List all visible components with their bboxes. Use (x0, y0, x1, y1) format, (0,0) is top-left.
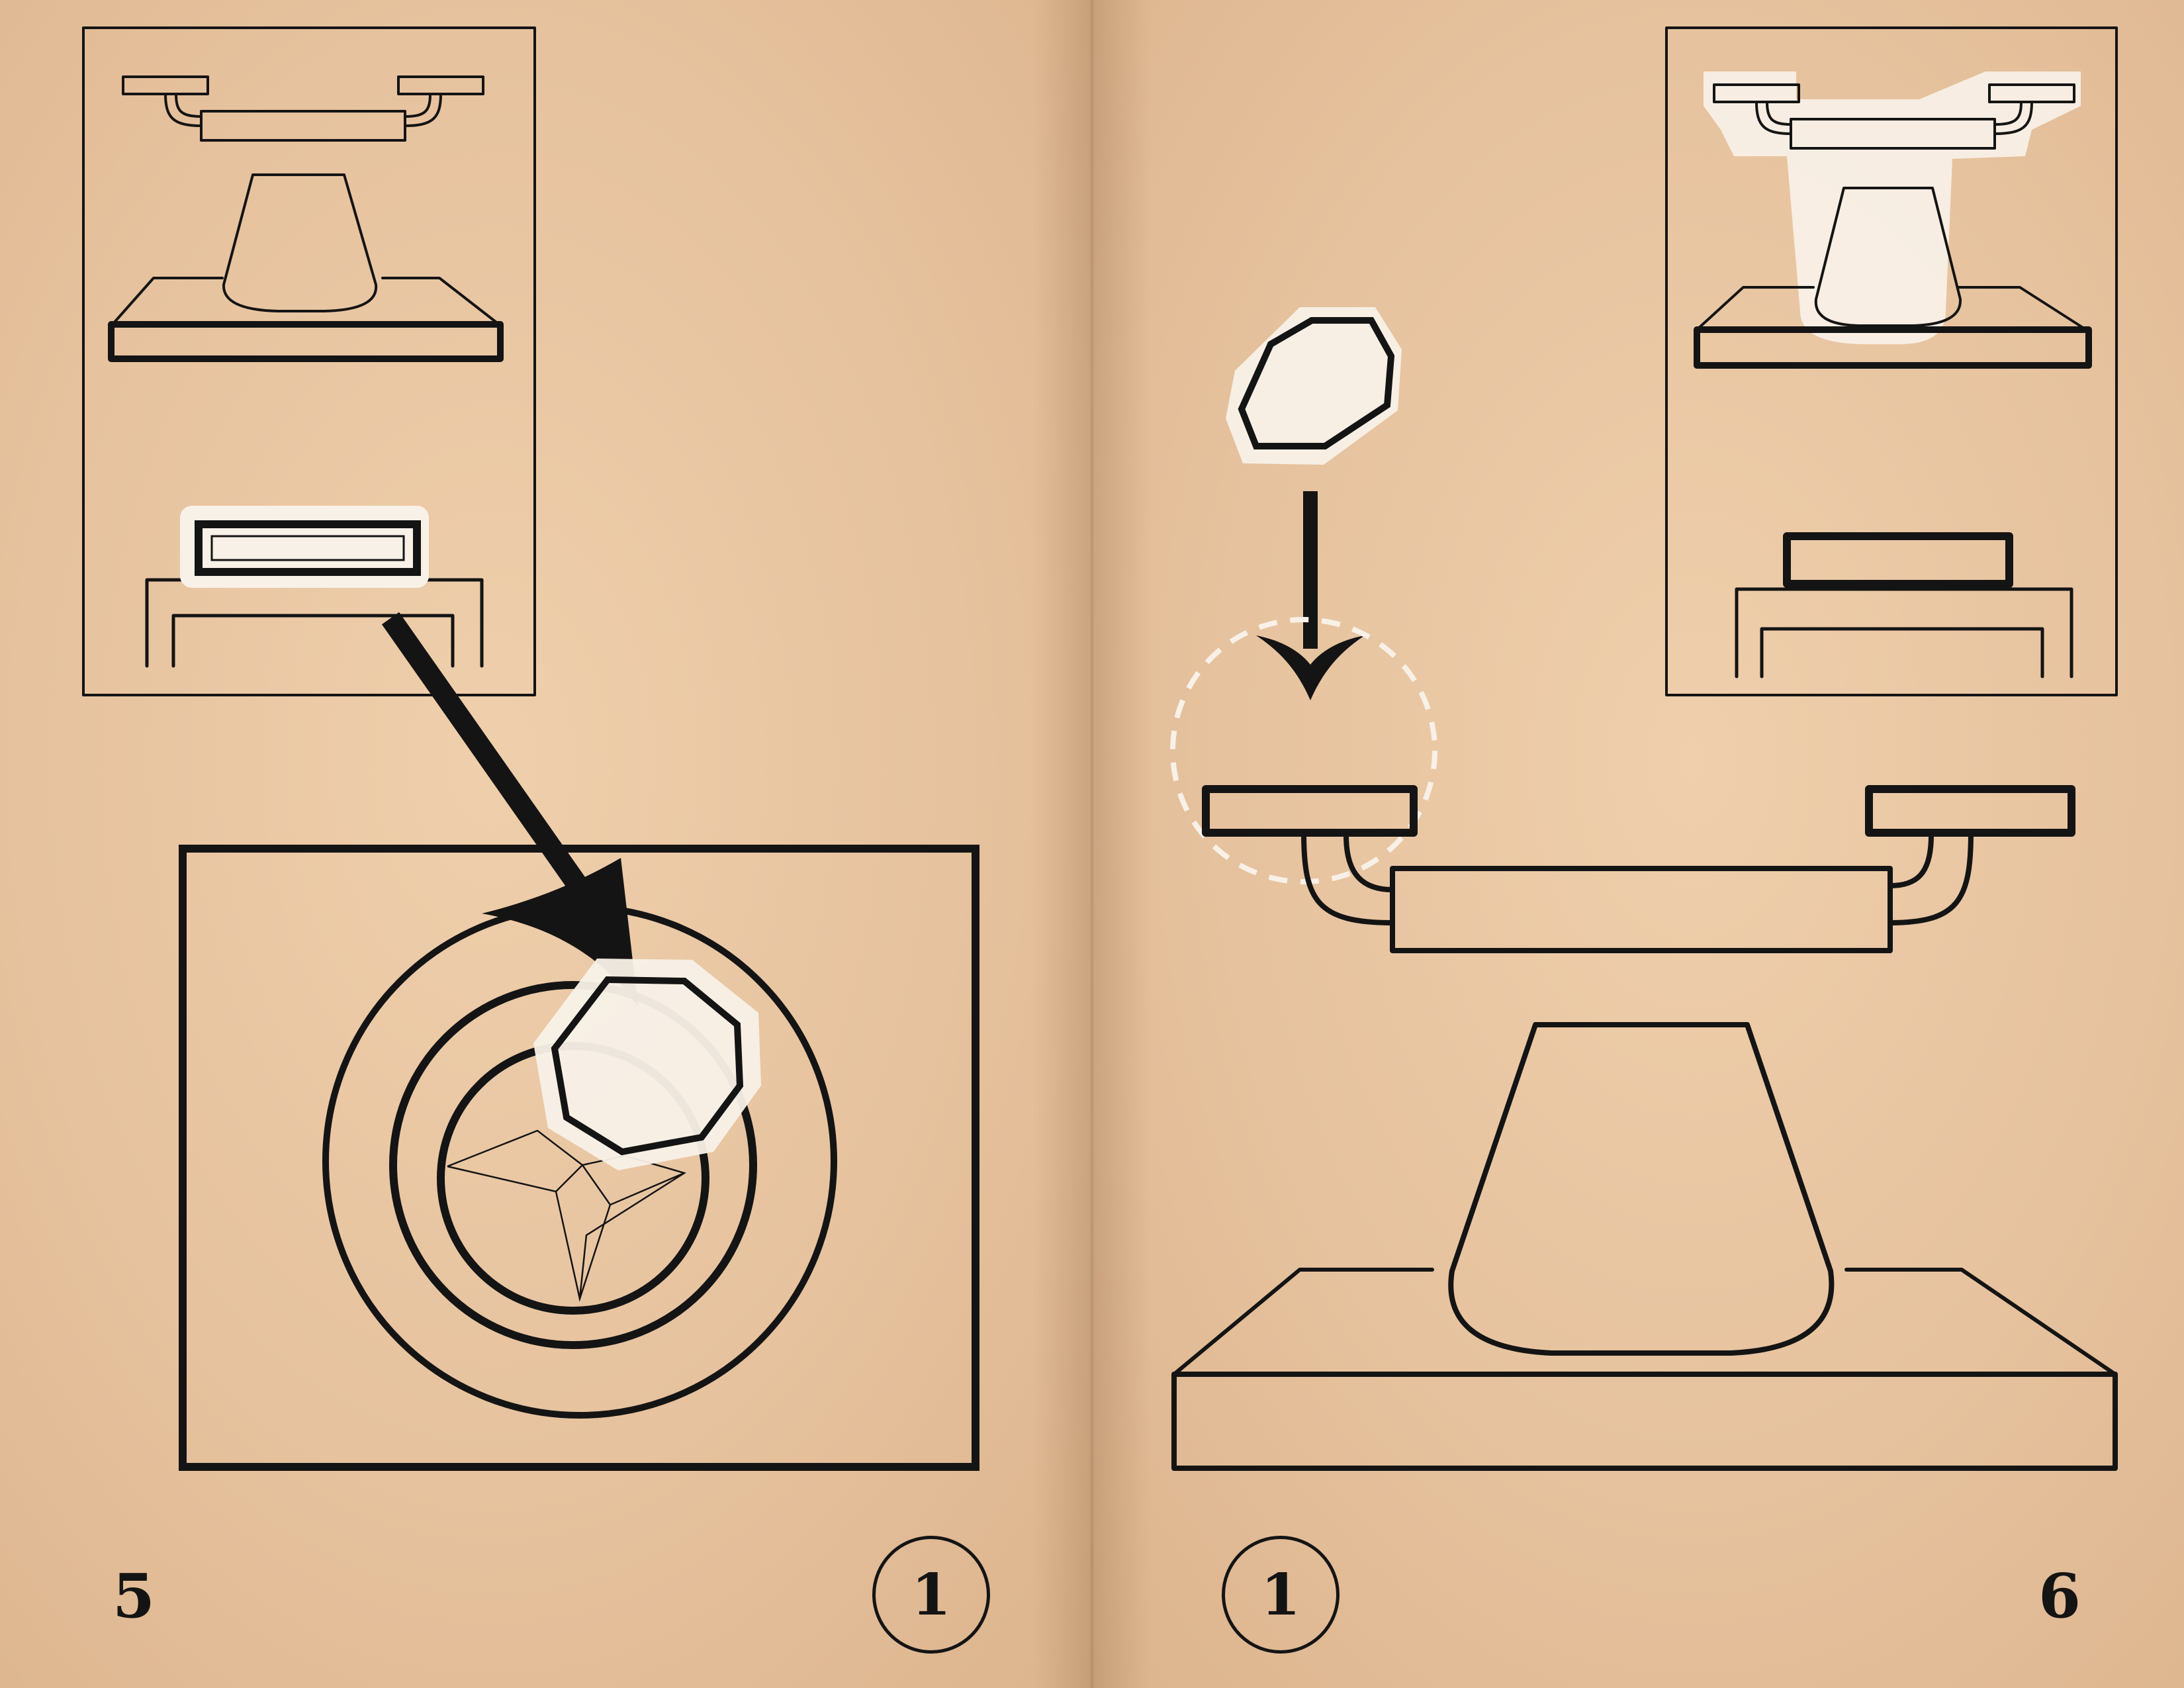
octagon-gem-icon (533, 959, 761, 1170)
left-inset-highlighted-bar (180, 506, 429, 588)
right-overview-inset (1665, 26, 2118, 696)
page-number-left: 5 (113, 1560, 156, 1632)
down-arrow-icon-right (1256, 491, 1365, 700)
page-number-right: 6 (2038, 1560, 2081, 1632)
right-base-assembly (1171, 1022, 2118, 1471)
step-badge-left: 1 (872, 1536, 990, 1654)
right-bar-assembly (1202, 785, 2075, 953)
octagon-gem-icon-right (1226, 307, 1402, 465)
step-badge-right: 1 (1222, 1536, 1340, 1654)
instruction-illustrations (82, 26, 2118, 1471)
down-arrow-icon (381, 612, 638, 1006)
left-overview-inset (82, 26, 536, 696)
